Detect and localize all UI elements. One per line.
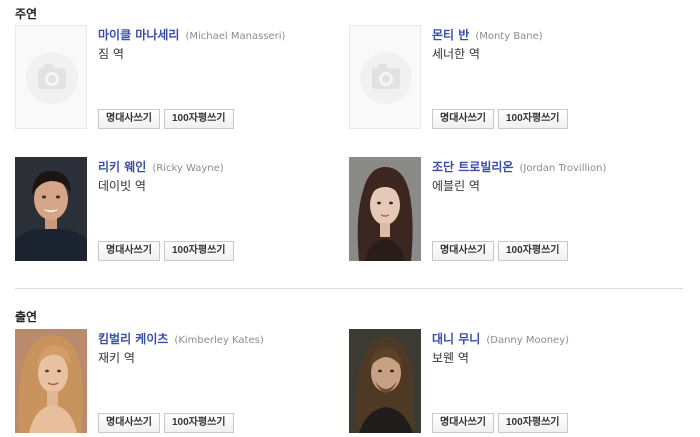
actor-english-name: (Jordan Trovillion) — [519, 163, 607, 174]
cast-card: 조단 트로빌리온 (Jordan Trovillion) 에블린 역 명대사쓰기 … — [349, 157, 679, 262]
write-review-button[interactable]: 100자평쓰기 — [164, 109, 234, 129]
write-quote-button[interactable]: 명대사쓰기 — [98, 241, 160, 261]
camera-icon — [26, 52, 78, 104]
role-label: 짐 역 — [98, 47, 124, 61]
role-label: 재키 역 — [98, 351, 135, 365]
actor-name-link[interactable]: 킴벌리 케이츠 — [98, 332, 168, 346]
section-title-lead: 주연 — [15, 7, 38, 21]
actor-photo[interactable] — [349, 329, 421, 433]
role-label: 보웬 역 — [432, 351, 469, 365]
write-quote-button[interactable]: 명대사쓰기 — [98, 109, 160, 129]
actor-photo[interactable] — [15, 157, 87, 261]
actor-name-link[interactable]: 마이클 마나세리 — [98, 28, 179, 42]
write-quote-button[interactable]: 명대사쓰기 — [98, 413, 160, 433]
actor-photo[interactable] — [15, 329, 87, 433]
write-review-button[interactable]: 100자평쓰기 — [164, 241, 234, 261]
actor-english-name: (Ricky Wayne) — [152, 163, 224, 174]
actor-english-name: (Monty Bane) — [475, 31, 543, 42]
actor-photo-placeholder[interactable] — [349, 25, 421, 129]
actor-english-name: (Michael Manasseri) — [185, 31, 286, 42]
actor-photo[interactable] — [349, 157, 421, 261]
section-title-supporting: 출연 — [15, 310, 38, 324]
write-review-button[interactable]: 100자평쓰기 — [498, 413, 568, 433]
write-quote-button[interactable]: 명대사쓰기 — [432, 413, 494, 433]
role-label: 데이빗 역 — [98, 179, 146, 193]
cast-card: 리키 웨인 (Ricky Wayne) 데이빗 역 명대사쓰기 100자평쓰기 — [15, 157, 345, 262]
cast-card: 마이클 마나세리 (Michael Manasseri) 짐 역 명대사쓰기 10… — [15, 25, 345, 130]
camera-icon — [360, 52, 412, 104]
cast-card: 몬티 반 (Monty Bane) 세너한 역 명대사쓰기 100자평쓰기 — [349, 25, 679, 130]
write-review-button[interactable]: 100자평쓰기 — [498, 241, 568, 261]
actor-english-name: (Danny Mooney) — [486, 335, 570, 346]
write-review-button[interactable]: 100자평쓰기 — [164, 413, 234, 433]
write-quote-button[interactable]: 명대사쓰기 — [432, 241, 494, 261]
write-review-button[interactable]: 100자평쓰기 — [498, 109, 568, 129]
cast-card: 킴벌리 케이츠 (Kimberley Kates) 재키 역 명대사쓰기 100자… — [15, 329, 345, 434]
actor-photo-placeholder[interactable] — [15, 25, 87, 129]
section-divider — [15, 288, 683, 289]
write-quote-button[interactable]: 명대사쓰기 — [432, 109, 494, 129]
actor-english-name: (Kimberley Kates) — [174, 335, 264, 346]
actor-name-link[interactable]: 리키 웨인 — [98, 160, 146, 174]
actor-name-link[interactable]: 몬티 반 — [432, 28, 469, 42]
actor-name-link[interactable]: 대니 무니 — [432, 332, 480, 346]
role-label: 세너한 역 — [432, 47, 480, 61]
role-label: 에블린 역 — [432, 179, 480, 193]
cast-card: 대니 무니 (Danny Mooney) 보웬 역 명대사쓰기 100자평쓰기 — [349, 329, 679, 434]
actor-name-link[interactable]: 조단 트로빌리온 — [432, 160, 513, 174]
